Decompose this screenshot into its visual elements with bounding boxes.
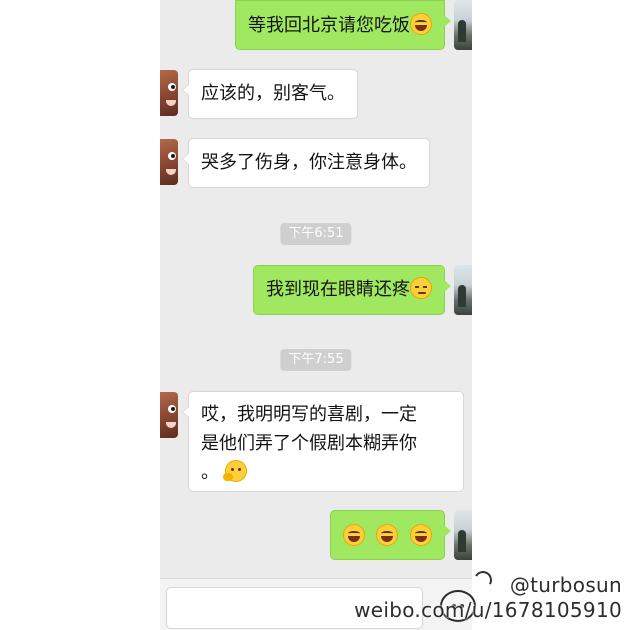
message-bubble-outgoing[interactable] bbox=[329, 510, 452, 560]
laughing-face-icon bbox=[410, 524, 432, 546]
message-text: 哭多了伤身，你注意身体。 bbox=[201, 152, 417, 173]
message-bubble-incoming[interactable]: 应该的，别客气。 bbox=[182, 69, 358, 119]
thinking-face-icon bbox=[222, 460, 247, 482]
watermark-handle: @turbosun bbox=[509, 573, 622, 597]
contact-avatar[interactable] bbox=[160, 392, 178, 438]
weibo-signal-icon bbox=[471, 568, 495, 592]
timestamp-badge: 下午6:51 bbox=[280, 223, 352, 245]
message-bubble-incoming[interactable]: 哭多了伤身，你注意身体。 bbox=[182, 138, 430, 188]
my-avatar[interactable] bbox=[454, 265, 472, 315]
message-bubble-incoming[interactable]: 哎，我明明写的喜剧，一定 是他们弄了个假剧本糊弄你 。 bbox=[182, 391, 464, 492]
message-bubble-outgoing[interactable]: 我到现在眼睛还疼 bbox=[253, 265, 451, 315]
message-line: 是他们弄了个假剧本糊弄你 bbox=[201, 433, 417, 454]
message-text: 等我回北京请您吃饭 bbox=[248, 15, 410, 36]
message-text: 我到现在眼睛还疼 bbox=[266, 279, 410, 300]
laughing-face-icon bbox=[376, 524, 399, 546]
timestamp-badge: 下午7:55 bbox=[280, 349, 352, 371]
contact-avatar[interactable] bbox=[160, 70, 178, 116]
my-avatar[interactable] bbox=[454, 0, 472, 50]
laughing-face-icon bbox=[342, 524, 365, 546]
pensive-face-icon bbox=[410, 277, 432, 299]
watermark-url: weibo.com/u/1678105910 bbox=[354, 598, 622, 622]
my-avatar[interactable] bbox=[454, 510, 472, 560]
laughing-face-icon bbox=[410, 13, 432, 35]
message-bubble-outgoing[interactable]: 等我回北京请您吃饭 bbox=[235, 0, 451, 50]
message-line: 。 bbox=[201, 462, 219, 483]
message-line: 哎，我明明写的喜剧，一定 bbox=[201, 404, 417, 425]
contact-avatar[interactable] bbox=[160, 139, 178, 185]
message-text: 应该的，别客气。 bbox=[201, 83, 345, 104]
chat-window: 等我回北京请您吃饭 应该的，别客气。 哭多了伤身，你注意身体。 下午6:51 我… bbox=[160, 0, 472, 630]
